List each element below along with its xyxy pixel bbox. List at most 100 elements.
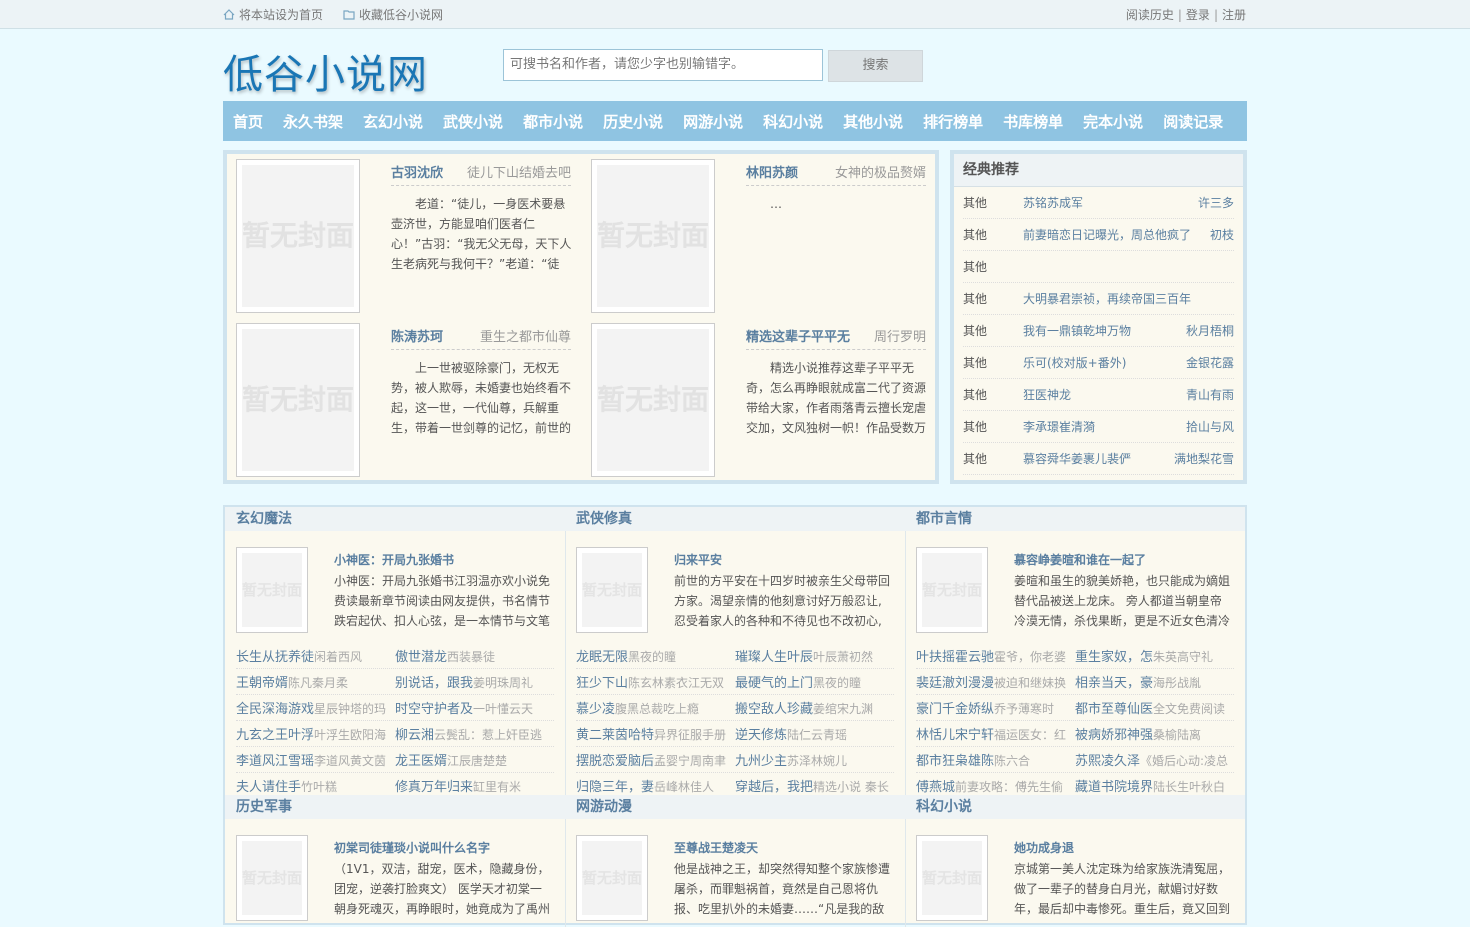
book-link[interactable]: 我有一鼎镇乾坤万物 bbox=[1023, 322, 1186, 339]
book-link[interactable]: 龙眠无限 bbox=[576, 650, 628, 665]
book-title-link[interactable]: 林阳苏颜 bbox=[746, 162, 798, 185]
author-link[interactable]: 《婚后心动:凌总 bbox=[1140, 754, 1228, 768]
section-title[interactable]: 都市言情 bbox=[905, 507, 1245, 531]
book-link[interactable]: 龙王医婿 bbox=[395, 754, 447, 769]
nav-item[interactable]: 首页 bbox=[233, 111, 263, 132]
nav-item[interactable]: 武侠小说 bbox=[443, 111, 503, 132]
nav-item[interactable]: 完本小说 bbox=[1083, 111, 1143, 132]
book-link[interactable]: 傅燕城 bbox=[916, 780, 955, 795]
author-link[interactable]: 满地梨花雪 bbox=[1174, 450, 1234, 467]
book-link[interactable]: 叶扶摇霍云驰 bbox=[916, 650, 994, 665]
login-link[interactable]: 登录 bbox=[1186, 8, 1210, 22]
author-link[interactable]: 一叶懂云天 bbox=[473, 702, 533, 716]
book-cover[interactable]: 暂无封面 bbox=[236, 159, 360, 313]
book-link[interactable]: 时空守护者及 bbox=[395, 702, 473, 717]
author-link[interactable]: 叶辰萧初然 bbox=[813, 650, 873, 664]
section-title[interactable]: 历史军事 bbox=[225, 795, 565, 819]
book-title-link[interactable]: 初棠司徒瑾琰小说叫什么名字 bbox=[334, 839, 490, 856]
book-link[interactable]: 豪门千金娇纵 bbox=[916, 702, 994, 717]
author-link[interactable]: 许三多 bbox=[1198, 194, 1234, 211]
book-link[interactable]: 别说话，跟我 bbox=[395, 676, 473, 691]
nav-item[interactable]: 书库榜单 bbox=[1003, 111, 1063, 132]
book-title-link[interactable]: 陈涛苏珂 bbox=[391, 326, 443, 349]
search-button[interactable]: 搜索 bbox=[828, 50, 923, 82]
nav-item[interactable]: 阅读记录 bbox=[1163, 111, 1223, 132]
book-cover[interactable]: 暂无封面 bbox=[576, 547, 648, 633]
book-link[interactable]: 九玄之王叶浮 bbox=[236, 728, 314, 743]
author-link[interactable]: 腹黑总裁吃上瘾 bbox=[615, 702, 699, 716]
book-link[interactable]: 王朝帝婿 bbox=[236, 676, 288, 691]
book-link[interactable]: 长生从抚养徒 bbox=[236, 650, 314, 665]
nav-item[interactable]: 玄幻小说 bbox=[363, 111, 423, 132]
book-title-link[interactable]: 精选这辈子平平无 bbox=[746, 326, 850, 349]
author-link[interactable]: 被迫和继妹换 bbox=[994, 676, 1066, 690]
book-link[interactable]: 全民深海游戏 bbox=[236, 702, 314, 717]
nav-item[interactable]: 永久书架 bbox=[283, 111, 343, 132]
author-link[interactable]: 福运医女：红 bbox=[994, 728, 1066, 742]
book-link[interactable]: 乐可(校对版+番外) bbox=[1023, 354, 1186, 371]
nav-item[interactable]: 排行榜单 bbox=[923, 111, 983, 132]
author-link[interactable]: 黑夜的瞳 bbox=[628, 650, 676, 664]
author-link[interactable]: 秋月梧桐 bbox=[1186, 322, 1234, 339]
book-author-link[interactable]: 重生之都市仙尊 bbox=[480, 326, 571, 349]
book-cover[interactable]: 暂无封面 bbox=[236, 835, 308, 921]
book-link[interactable]: 都市狂枭雄陈 bbox=[916, 754, 994, 769]
author-link[interactable]: 竹叶糕 bbox=[301, 780, 337, 794]
author-link[interactable]: 陈凡秦月柔 bbox=[288, 676, 348, 690]
nav-item[interactable]: 其他小说 bbox=[843, 111, 903, 132]
book-cover[interactable]: 暂无封面 bbox=[916, 835, 988, 921]
author-link[interactable]: 苏泽林婉儿 bbox=[787, 754, 847, 768]
author-link[interactable]: 异界征服手册 bbox=[654, 728, 726, 742]
book-link[interactable]: 苏熙凌久泽 bbox=[1075, 754, 1140, 769]
book-link[interactable]: 慕容舜华姜裹儿裴俨 bbox=[1023, 450, 1174, 467]
section-title[interactable]: 玄幻魔法 bbox=[225, 507, 565, 531]
book-cover[interactable]: 暂无封面 bbox=[916, 547, 988, 633]
author-link[interactable]: 闲着西风 bbox=[314, 650, 362, 664]
nav-item[interactable]: 历史小说 bbox=[603, 111, 663, 132]
book-title-link[interactable]: 小神医：开局九张婚书 bbox=[334, 551, 454, 568]
book-link[interactable]: 大明暴君崇祯，再续帝国三百年 bbox=[1023, 290, 1234, 307]
author-link[interactable]: 初枝 bbox=[1210, 226, 1234, 243]
site-logo[interactable]: 低谷小说网 bbox=[223, 42, 428, 100]
book-link[interactable]: 慕少凌 bbox=[576, 702, 615, 717]
book-cover[interactable]: 暂无封面 bbox=[591, 323, 715, 477]
author-link[interactable]: 孟婴宁周南聿 bbox=[654, 754, 726, 768]
author-link[interactable]: 霍爷，你老婆 bbox=[994, 650, 1066, 664]
book-link[interactable]: 苏铭苏成军 bbox=[1023, 194, 1198, 211]
section-title[interactable]: 科幻小说 bbox=[905, 795, 1245, 819]
author-link[interactable]: 青山有雨 bbox=[1186, 386, 1234, 403]
author-link[interactable]: 前妻攻略：傅先生偷 bbox=[955, 780, 1063, 794]
book-cover[interactable]: 暂无封面 bbox=[236, 323, 360, 477]
book-link[interactable]: 黄二莱茵哈特 bbox=[576, 728, 654, 743]
author-link[interactable]: 叶浮生欧阳海 bbox=[314, 728, 386, 742]
book-link[interactable]: 被病娇邪神强 bbox=[1075, 728, 1153, 743]
author-link[interactable]: 江辰唐楚楚 bbox=[447, 754, 507, 768]
author-link[interactable]: 陆仁云青瑶 bbox=[787, 728, 847, 742]
book-link[interactable]: 九州少主 bbox=[735, 754, 787, 769]
author-link[interactable]: 陆长生叶秋白 bbox=[1153, 780, 1225, 794]
author-link[interactable]: 星辰钟塔的玛 bbox=[314, 702, 386, 716]
book-author-link[interactable]: 徒儿下山结婚去吧 bbox=[467, 162, 571, 185]
book-link[interactable]: 夫人请住手 bbox=[236, 780, 301, 795]
bookmark-site-link[interactable]: 收藏低谷小说网 bbox=[343, 6, 443, 23]
book-link[interactable]: 最硬气的上门 bbox=[735, 676, 813, 691]
book-title-link[interactable]: 归来平安 bbox=[674, 551, 722, 568]
book-link[interactable]: 都市至尊仙医 bbox=[1075, 702, 1153, 717]
search-input[interactable]: 可搜书名和作者，请您少字也别输错字。 bbox=[503, 49, 823, 81]
book-author-link[interactable]: 周行罗明 bbox=[874, 326, 926, 349]
author-link[interactable]: 陈玄林素衣江无双 bbox=[628, 676, 724, 690]
book-title-link[interactable]: 至尊战王楚凌天 bbox=[674, 839, 758, 856]
book-link[interactable]: 傲世潜龙 bbox=[395, 650, 447, 665]
book-link[interactable]: 逆天修炼 bbox=[735, 728, 787, 743]
book-link[interactable]: 林恬儿宋宁轩 bbox=[916, 728, 994, 743]
author-link[interactable]: 精选小说 秦长 bbox=[813, 780, 889, 794]
book-cover[interactable]: 暂无封面 bbox=[576, 835, 648, 921]
author-link[interactable]: 桑榆陆离 bbox=[1153, 728, 1201, 742]
book-title-link[interactable]: 她功成身退 bbox=[1014, 839, 1074, 856]
book-link[interactable]: 藏道书院境界 bbox=[1075, 780, 1153, 795]
book-link[interactable]: 归隐三年，妻 bbox=[576, 780, 654, 795]
author-link[interactable]: 陈六合 bbox=[994, 754, 1030, 768]
book-link[interactable]: 穿越后，我把 bbox=[735, 780, 813, 795]
book-link[interactable]: 修真万年归来 bbox=[395, 780, 473, 795]
book-link[interactable]: 重生家奴，怎 bbox=[1075, 650, 1153, 665]
